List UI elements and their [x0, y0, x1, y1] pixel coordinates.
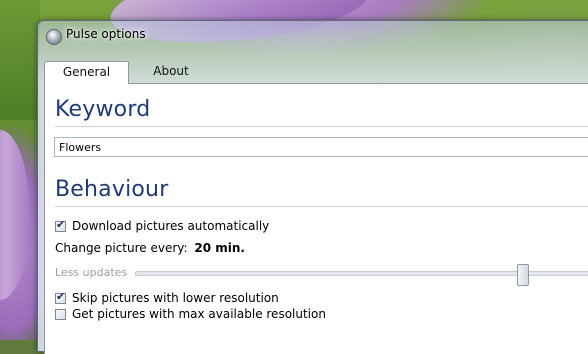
max-resolution-label: Get pictures with max available resoluti…	[72, 307, 326, 321]
slider-less-updates-label: Less updates	[55, 266, 128, 279]
max-resolution-checkbox[interactable]	[55, 308, 66, 320]
skip-lower-resolution-label: Skip pictures with lower resolution	[72, 291, 279, 305]
options-window: Pulse options General About Keyword Flow…	[37, 20, 588, 354]
change-picture-row: Change picture every: 20 min.	[55, 241, 245, 255]
general-panel: Keyword Flowers Behaviour ✔ Download pic…	[44, 83, 588, 354]
section-divider	[55, 126, 588, 127]
keyword-input[interactable]: Flowers	[54, 137, 588, 157]
skip-lower-resolution-row[interactable]: ✔ Skip pictures with lower resolution	[55, 290, 279, 306]
wallpaper-leaf	[0, 0, 40, 120]
wallpaper-petal	[0, 130, 30, 300]
checkmark-icon: ✔	[56, 217, 66, 231]
skip-lower-resolution-checkbox[interactable]: ✔	[55, 289, 66, 304]
keyword-heading: Keyword	[55, 97, 151, 122]
checkmark-icon: ✔	[56, 289, 66, 303]
pulse-app-icon[interactable]	[46, 29, 62, 45]
download-automatically-row[interactable]: ✔ Download pictures automatically	[55, 218, 269, 234]
tab-about[interactable]: About	[130, 61, 212, 82]
download-automatically-label: Download pictures automatically	[72, 219, 270, 233]
change-picture-label: Change picture every:	[55, 241, 188, 255]
tab-general[interactable]: General	[44, 61, 129, 84]
max-resolution-row[interactable]: Get pictures with max available resoluti…	[55, 306, 326, 322]
download-automatically-checkbox[interactable]: ✔	[55, 217, 66, 232]
title-bar[interactable]: Pulse options	[38, 21, 588, 51]
update-frequency-slider-thumb[interactable]	[517, 264, 529, 286]
change-picture-value: 20 min.	[194, 241, 245, 255]
section-divider	[55, 206, 588, 207]
behaviour-heading: Behaviour	[55, 177, 169, 202]
window-title: Pulse options	[66, 27, 146, 41]
